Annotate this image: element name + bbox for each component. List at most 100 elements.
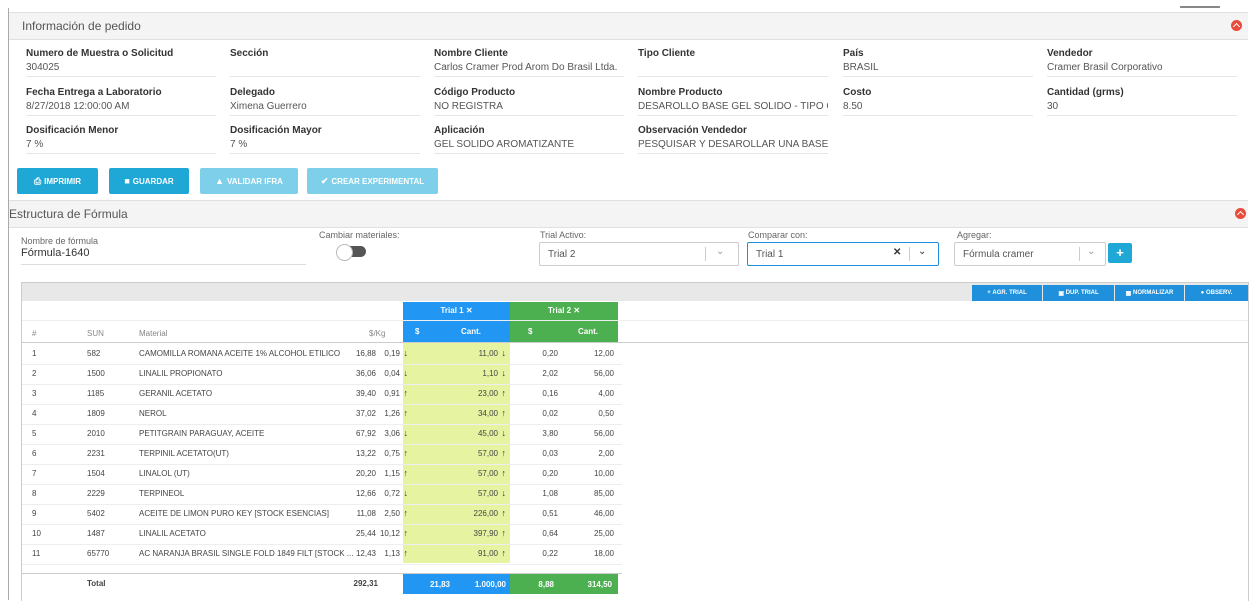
row-trial1-usd: 0,19 (384, 349, 400, 358)
trial2-col-headers: $ Cant. (510, 321, 618, 342)
row-perkg: 25,44 (355, 529, 376, 538)
row-trial1-qty: 57,00 (477, 449, 498, 458)
row-trial1-qty: 57,00 (477, 489, 498, 498)
row-material: NEROL (139, 409, 167, 418)
col-sun: SUN (87, 329, 104, 338)
row-material: PETITGRAIN PARAGUAY, ACEITE (139, 429, 265, 438)
collapse-icon[interactable] (1235, 208, 1246, 219)
row-trial2-usd: 0,16 (542, 389, 558, 398)
row-sun: 1500 (87, 369, 105, 378)
create-experimental-button[interactable]: ✔ CREAR EXPERIMENTAL (307, 168, 438, 194)
table-row (22, 364, 622, 365)
arrow-up-icon: ↑ (403, 528, 409, 538)
order-info-title: Información de pedido (22, 19, 141, 33)
info-field-value: GEL SOLIDO AROMATIZANTE (434, 139, 624, 154)
col-material: Material (139, 329, 168, 338)
arrow-down-icon: ↓ (501, 368, 507, 378)
info-field: Costo 8.50 (843, 87, 1033, 116)
info-field: Aplicación GEL SOLIDO AROMATIZANTE (434, 125, 624, 154)
row-material: LINALIL PROPIONATO (139, 369, 223, 378)
trial1-col-headers: $ Cant. (403, 321, 510, 342)
remove-trial-icon[interactable]: ✕ (573, 306, 580, 315)
row-perkg: 67,92 (355, 429, 376, 438)
remove-trial-icon[interactable]: ✕ (466, 306, 473, 315)
row-trial1-usd: 0,72 (384, 489, 400, 498)
row-material: TERPINEOL (139, 489, 185, 498)
info-field: Tipo Cliente (638, 48, 828, 77)
row-sun: 65770 (87, 549, 110, 558)
arrow-up-icon: ↑ (403, 388, 409, 398)
row-number: 9 (32, 509, 37, 518)
formula-name-value[interactable]: Fórmula-1640 (21, 247, 89, 259)
arrow-down-icon: ↓ (403, 368, 409, 378)
row-sun: 1809 (87, 409, 105, 418)
row-number: 3 (32, 389, 37, 398)
info-field-label: Dosificación Mayor (230, 125, 322, 136)
row-trial1-qty: 91,00 (477, 549, 498, 558)
table-row (22, 544, 622, 545)
row-perkg: 37,02 (355, 409, 376, 418)
chevron-down-icon: ⌄ (1087, 246, 1096, 257)
row-perkg: 36,06 (355, 369, 376, 378)
dup-trial-button[interactable]: ▣ DUP. TRIAL (1043, 285, 1114, 301)
arrow-up-icon: ↑ (501, 548, 507, 558)
row-material: CAMOMILLA ROMANA ACEITE 1% ALCOHOL ETILI… (139, 349, 341, 358)
info-field-value: 304025 (26, 62, 216, 77)
row-trial1-qty: 45,00 (477, 429, 498, 438)
info-field-value: BRASIL (843, 62, 1033, 77)
formula-structure-header[interactable]: Estructura de Fórmula (9, 200, 1248, 228)
info-field-label: País (843, 48, 864, 59)
chevron-down-icon[interactable]: ⌄ (918, 246, 926, 257)
info-field-value (230, 62, 420, 77)
row-number: 8 (32, 489, 37, 498)
switch-materials-label: Cambiar materiales: (319, 230, 400, 240)
validate-ifra-button[interactable]: ▲ VALIDAR IFRA (200, 168, 298, 194)
row-trial1-usd: 0,75 (384, 449, 400, 458)
switch-materials-toggle[interactable] (336, 244, 366, 261)
arrow-up-icon: ↑ (501, 528, 507, 538)
add-select[interactable]: Fórmula cramer ⌄ (954, 242, 1106, 266)
arrow-up-icon: ↑ (403, 408, 409, 418)
comment-icon: ● (1200, 290, 1205, 296)
arrow-up-icon: ↑ (403, 548, 409, 558)
row-sun: 1504 (87, 469, 105, 478)
active-trial-select[interactable]: Trial 2 ⌄ (539, 242, 739, 266)
save-button[interactable]: ■ GUARDAR (109, 168, 189, 194)
row-trial2-qty: 25,00 (593, 529, 614, 538)
row-number: 10 (32, 529, 41, 538)
info-field-label: Dosificación Menor (26, 125, 119, 136)
row-material: ACEITE DE LIMON PURO KEY [STOCK ESENCIAS… (139, 509, 329, 518)
trial1-group-header: Trial 1 ✕ (403, 302, 510, 320)
normalize-button[interactable]: ▦ NORMALIZAR (1115, 285, 1184, 301)
collapse-icon[interactable] (1231, 20, 1242, 31)
total-trial1: 21,83 1.000,00 (403, 574, 510, 594)
info-field: Dosificación Menor 7 % (26, 125, 216, 154)
order-info-header[interactable]: Información de pedido (9, 12, 1248, 40)
trial2-group-header: Trial 2 ✕ (510, 302, 618, 320)
row-trial2-usd: 0,20 (542, 349, 558, 358)
row-trial2-qty: 4,00 (598, 389, 614, 398)
arrow-up-icon: ↑ (403, 448, 409, 458)
row-sun: 5402 (87, 509, 105, 518)
table-row (22, 484, 622, 485)
arrow-down-icon: ↓ (403, 428, 409, 438)
row-trial2-qty: 10,00 (593, 469, 614, 478)
row-trial1-qty: 397,90 (473, 529, 498, 538)
row-trial1-qty: 1,10 (482, 369, 498, 378)
row-trial2-qty: 2,00 (598, 449, 614, 458)
add-trial-button[interactable]: + AGR. TRIAL (972, 285, 1042, 301)
arrow-up-icon: ↑ (501, 508, 507, 518)
info-field: Cantidad (grms) 30 (1047, 87, 1237, 116)
add-button[interactable]: + (1108, 243, 1132, 263)
print-button[interactable]: ⎙ IMPRIMIR (17, 168, 98, 194)
formula-name-underline (21, 264, 306, 265)
info-field: Observación Vendedor PESQUISAR Y DESAROLL… (638, 125, 828, 154)
row-trial1-usd: 0,91 (384, 389, 400, 398)
compare-with-select[interactable]: Trial 1 ✕ ⌄ (747, 242, 939, 266)
observ-button[interactable]: ● OBSERV. (1185, 285, 1248, 301)
arrow-up-icon: ↑ (501, 388, 507, 398)
row-trial2-usd: 0,51 (542, 509, 558, 518)
clear-icon[interactable]: ✕ (893, 247, 901, 258)
info-field-label: Nombre Producto (638, 87, 723, 98)
info-field: Nombre Producto DESAROLLO BASE GEL SOLIDO… (638, 87, 828, 116)
